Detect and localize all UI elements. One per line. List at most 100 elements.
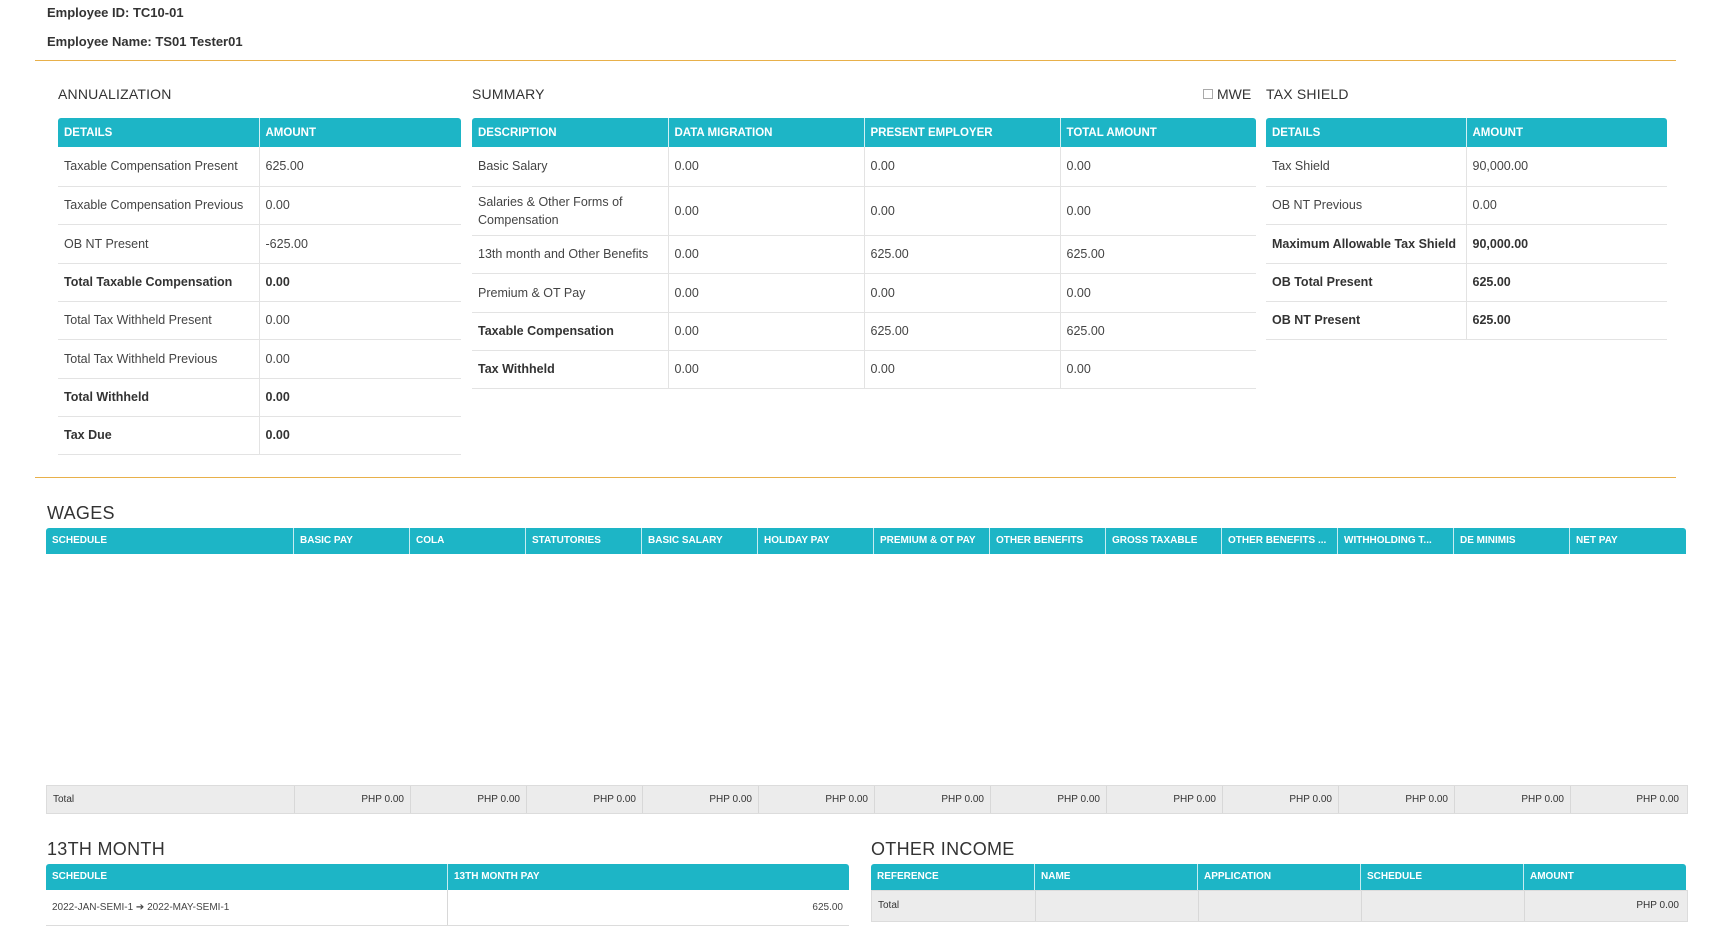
wages-total-value: PHP 0.00 <box>758 786 874 813</box>
annualization-value: 0.00 <box>258 378 461 417</box>
tax-shield-label: Tax Shield <box>1266 147 1466 187</box>
other-income-col-application[interactable]: APPLICATION <box>1197 864 1360 890</box>
employee-name: Employee Name: TS01 Tester01 <box>47 34 243 49</box>
other-income-header: REFERENCE NAME APPLICATION SCHEDULE AMOU… <box>871 864 1686 890</box>
summary-label: Tax Withheld <box>472 350 668 389</box>
thirteenth-month-row[interactable]: 2022-JAN-SEMI-1 ➔ 2022-MAY-SEMI-1 625.00 <box>46 890 849 926</box>
annualization-value: 0.00 <box>258 301 461 340</box>
wages-col-net-pay[interactable]: NET PAY <box>1569 528 1686 554</box>
annualization-value: 0.00 <box>258 416 461 455</box>
annualization-label: Total Taxable Compensation <box>58 263 259 302</box>
thirteenth-col-schedule[interactable]: SCHEDULE <box>46 864 447 890</box>
annualization-label: OB NT Present <box>58 224 259 264</box>
summary-data-migration: 0.00 <box>667 147 864 187</box>
wages-total-value: PHP 0.00 <box>1222 786 1338 813</box>
other-income-empty-cell <box>1361 891 1524 921</box>
annualization-col-details[interactable]: DETAILS <box>58 118 259 147</box>
other-income-total-amount: PHP 0.00 <box>1524 891 1685 921</box>
summary-total: 625.00 <box>1059 235 1256 274</box>
annualization-value: 0.00 <box>258 263 461 302</box>
annualization-label: Taxable Compensation Previous <box>58 186 259 225</box>
annualization-value: 625.00 <box>258 147 461 187</box>
tax-shield-value: 625.00 <box>1465 301 1667 340</box>
summary-data-migration: 0.00 <box>667 186 864 236</box>
wages-col-cola[interactable]: COLA <box>409 528 525 554</box>
summary-col-present-employer[interactable]: PRESENT EMPLOYER <box>863 118 1060 147</box>
annualization-label: Total Withheld <box>58 378 259 417</box>
divider-top <box>35 60 1676 61</box>
wages-total-value: PHP 0.00 <box>1454 786 1570 813</box>
tax-shield-label: Maximum Allowable Tax Shield <box>1266 224 1466 264</box>
annualization-label: Taxable Compensation Present <box>58 147 259 187</box>
tax-shield-value: 625.00 <box>1465 263 1667 302</box>
annualization-table: DETAILS AMOUNT Taxable Compensation Pres… <box>58 118 461 455</box>
thirteenth-col-pay[interactable]: 13TH MONTH PAY <box>447 864 849 890</box>
wages-header: SCHEDULE BASIC PAY COLA STATUTORIES BASI… <box>46 528 1686 554</box>
summary-total: 0.00 <box>1059 273 1256 313</box>
wages-col-withholding-tax[interactable]: WITHHOLDING T... <box>1337 528 1453 554</box>
tax-shield-label: OB NT Present <box>1266 301 1466 340</box>
summary-label: Taxable Compensation <box>472 312 668 351</box>
thirteenth-schedule: 2022-JAN-SEMI-1 ➔ 2022-MAY-SEMI-1 <box>52 902 230 913</box>
other-income-empty-cell <box>1198 891 1361 921</box>
summary-label: 13th month and Other Benefits <box>472 235 668 274</box>
other-income-empty-cell <box>1035 891 1198 921</box>
summary-data-migration: 0.00 <box>667 312 864 351</box>
summary-present: 0.00 <box>863 147 1060 187</box>
summary-present: 625.00 <box>863 235 1060 274</box>
wages-col-holiday-pay[interactable]: HOLIDAY PAY <box>757 528 873 554</box>
other-income-col-reference[interactable]: REFERENCE <box>871 864 1034 890</box>
summary-present: 0.00 <box>863 186 1060 236</box>
other-income-total-label: Total <box>878 900 900 911</box>
summary-col-data-migration[interactable]: DATA MIGRATION <box>667 118 864 147</box>
summary-label: Basic Salary <box>472 147 668 187</box>
tax-shield-title: TAX SHIELD <box>1266 86 1349 102</box>
thirteenth-month-title: 13TH MONTH <box>47 839 166 859</box>
summary-label: Premium & OT Pay <box>472 273 668 313</box>
summary-present: 0.00 <box>863 350 1060 389</box>
other-income-col-amount[interactable]: AMOUNT <box>1523 864 1686 890</box>
tax-shield-col-amount[interactable]: AMOUNT <box>1465 118 1667 147</box>
wages-total-value: PHP 0.00 <box>1106 786 1222 813</box>
annualization-col-amount[interactable]: AMOUNT <box>258 118 461 147</box>
wages-total-value: PHP 0.00 <box>1570 786 1685 813</box>
tax-shield-label: OB NT Previous <box>1266 186 1466 225</box>
annualization-label: Tax Due <box>58 416 259 455</box>
annualization-label: Total Tax Withheld Present <box>58 301 259 340</box>
other-income-title: OTHER INCOME <box>871 839 1015 859</box>
summary-col-description[interactable]: DESCRIPTION <box>472 118 668 147</box>
wages-total-label: Total <box>53 794 75 805</box>
wages-col-schedule[interactable]: SCHEDULE <box>46 528 293 554</box>
checkbox-icon[interactable] <box>1203 89 1213 99</box>
summary-col-total-amount[interactable]: TOTAL AMOUNT <box>1059 118 1256 147</box>
wages-total-value: PHP 0.00 <box>990 786 1106 813</box>
other-income-col-name[interactable]: NAME <box>1034 864 1197 890</box>
wages-total-value: PHP 0.00 <box>874 786 990 813</box>
wages-col-basic-salary[interactable]: BASIC SALARY <box>641 528 757 554</box>
wages-total-value: PHP 0.00 <box>410 786 526 813</box>
employee-id: Employee ID: TC10-01 <box>47 5 184 20</box>
wages-col-other-benefits-2[interactable]: OTHER BENEFITS ... <box>1221 528 1337 554</box>
summary-data-migration: 0.00 <box>667 350 864 389</box>
tax-shield-label: OB Total Present <box>1266 263 1466 302</box>
wages-total-value: PHP 0.00 <box>294 786 410 813</box>
wages-col-gross-taxable[interactable]: GROSS TAXABLE <box>1105 528 1221 554</box>
other-income-col-schedule[interactable]: SCHEDULE <box>1360 864 1523 890</box>
summary-total: 0.00 <box>1059 350 1256 389</box>
mwe-label: MWE <box>1217 86 1252 102</box>
summary-data-migration: 0.00 <box>667 273 864 313</box>
summary-title: SUMMARY <box>472 86 545 102</box>
wages-col-statutories[interactable]: STATUTORIES <box>525 528 641 554</box>
summary-total: 0.00 <box>1059 186 1256 236</box>
wages-col-premium-ot-pay[interactable]: PREMIUM & OT PAY <box>873 528 989 554</box>
wages-total-row: Total PHP 0.00 PHP 0.00 PHP 0.00 PHP 0.0… <box>46 785 1688 814</box>
tax-shield-col-details[interactable]: DETAILS <box>1266 118 1466 147</box>
annualization-value: 0.00 <box>258 339 461 379</box>
wages-col-other-benefits[interactable]: OTHER BENEFITS <box>989 528 1105 554</box>
wages-col-de-minimis[interactable]: DE MINIMIS <box>1453 528 1569 554</box>
tax-shield-value: 90,000.00 <box>1465 224 1667 264</box>
wages-title: WAGES <box>47 503 115 523</box>
mwe-checkbox[interactable]: MWE <box>1203 86 1251 102</box>
wages-col-basic-pay[interactable]: BASIC PAY <box>293 528 409 554</box>
summary-total: 0.00 <box>1059 147 1256 187</box>
